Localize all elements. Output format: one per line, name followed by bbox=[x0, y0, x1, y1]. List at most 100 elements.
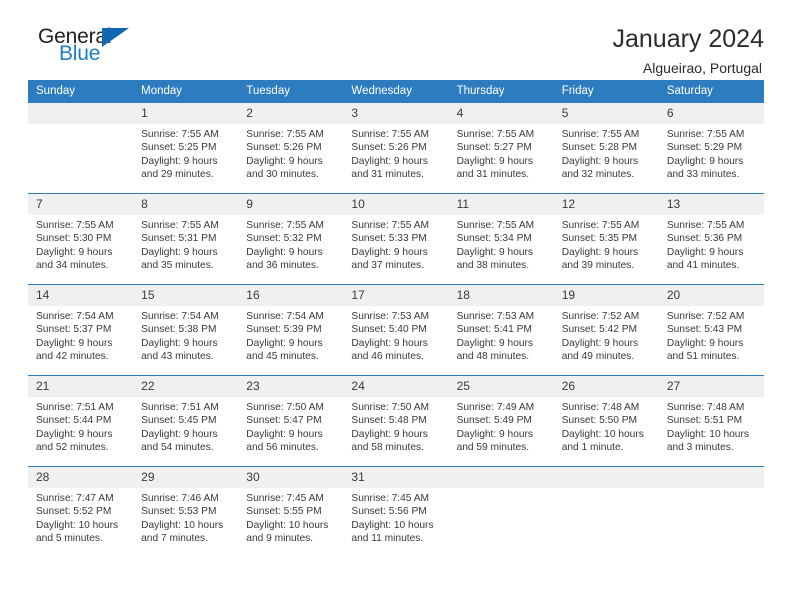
sunset-text: Sunset: 5:42 PM bbox=[561, 324, 638, 336]
day-details: Sunrise: 7:46 AM Sunset: 5:53 PM Daylight:… bbox=[133, 488, 238, 546]
sunrise-text: Sunrise: 7:45 AM bbox=[351, 493, 430, 504]
day-number: 9 bbox=[238, 194, 344, 215]
daylight-text-line1: Daylight: 9 hours bbox=[246, 337, 323, 349]
calendar-day-cell[interactable]: 27 Sunrise: 7:48 AM Sunset: 5:51 PM Dayligh… bbox=[658, 375, 764, 467]
calendar-day-cell[interactable]: 14 Sunrise: 7:54 AM Sunset: 5:37 PM Dayligh… bbox=[28, 284, 134, 376]
day-number: 30 bbox=[238, 467, 344, 488]
day-details: Sunrise: 7:55 AM Sunset: 5:27 PM Daylight:… bbox=[449, 124, 554, 182]
daylight-text-line2: and 45 minutes. bbox=[246, 351, 319, 363]
sunset-text: Sunset: 5:29 PM bbox=[666, 142, 743, 154]
calendar-day-cell[interactable]: 15 Sunrise: 7:54 AM Sunset: 5:38 PM Dayligh… bbox=[133, 284, 239, 376]
sunset-text: Sunset: 5:32 PM bbox=[246, 233, 322, 245]
calendar-day-cell[interactable]: 29 Sunrise: 7:46 AM Sunset: 5:53 PM Dayligh… bbox=[133, 466, 239, 557]
sunrise-text: Sunrise: 7:54 AM bbox=[36, 311, 114, 322]
daylight-text-line1: Daylight: 10 hours bbox=[36, 519, 119, 531]
day-details: Sunrise: 7:50 AM Sunset: 5:48 PM Daylight:… bbox=[343, 397, 448, 455]
calendar-day-cell[interactable]: 30 Sunrise: 7:45 AM Sunset: 5:55 PM Dayligh… bbox=[238, 466, 344, 557]
calendar-day-cell[interactable]: 24 Sunrise: 7:50 AM Sunset: 5:48 PM Dayligh… bbox=[343, 375, 449, 467]
sunset-text: Sunset: 5:55 PM bbox=[246, 506, 322, 518]
daylight-text-line2: and 39 minutes. bbox=[561, 260, 635, 272]
calendar-day-cell[interactable]: 6 Sunrise: 7:55 AM Sunset: 5:29 PM Daylight… bbox=[658, 102, 764, 194]
daylight-text-line1: Daylight: 9 hours bbox=[351, 246, 428, 258]
calendar-day-cell[interactable]: 9 Sunrise: 7:55 AM Sunset: 5:32 PM Daylight… bbox=[238, 193, 344, 285]
daylight-text-line1: Daylight: 9 hours bbox=[666, 337, 744, 349]
day-details: Sunrise: 7:55 AM Sunset: 5:25 PM Daylight:… bbox=[133, 124, 238, 182]
day-number: 15 bbox=[133, 285, 239, 306]
day-number: 5 bbox=[553, 103, 659, 124]
sunrise-text: Sunrise: 7:48 AM bbox=[561, 402, 640, 413]
day-details: Sunrise: 7:52 AM Sunset: 5:42 PM Daylight:… bbox=[554, 306, 659, 364]
day-number: 17 bbox=[343, 285, 449, 306]
calendar-day-cell[interactable]: 23 Sunrise: 7:50 AM Sunset: 5:47 PM Dayligh… bbox=[238, 375, 344, 467]
daylight-text-line1: Daylight: 10 hours bbox=[351, 519, 434, 531]
page-header: General Blue January 2024 Algueirao, Por… bbox=[28, 0, 764, 76]
weekday-header-friday: Friday bbox=[553, 80, 659, 103]
calendar-table: Sunday Monday Tuesday Wednesday Thursday… bbox=[28, 80, 764, 557]
sunset-text: Sunset: 5:37 PM bbox=[36, 324, 112, 336]
sunset-text: Sunset: 5:26 PM bbox=[246, 142, 322, 154]
day-details: Sunrise: 7:55 AM Sunset: 5:32 PM Daylight:… bbox=[238, 215, 343, 273]
calendar-day-cell[interactable]: 17 Sunrise: 7:53 AM Sunset: 5:40 PM Dayligh… bbox=[343, 284, 449, 376]
calendar-day-cell[interactable]: 10 Sunrise: 7:55 AM Sunset: 5:33 PM Dayligh… bbox=[343, 193, 449, 285]
calendar-page: General Blue January 2024 Algueirao, Por… bbox=[0, 0, 792, 612]
day-number: 14 bbox=[28, 285, 134, 306]
calendar-day-cell[interactable]: 28 Sunrise: 7:47 AM Sunset: 5:52 PM Dayligh… bbox=[28, 466, 134, 557]
sunset-text: Sunset: 5:53 PM bbox=[141, 506, 217, 518]
calendar-day-cell[interactable]: 1 Sunrise: 7:55 AM Sunset: 5:25 PM Daylight… bbox=[133, 102, 239, 194]
calendar-day-cell[interactable]: 3 Sunrise: 7:55 AM Sunset: 5:26 PM Daylight… bbox=[343, 102, 449, 194]
calendar-day-cell[interactable]: 20 Sunrise: 7:52 AM Sunset: 5:43 PM Dayligh… bbox=[658, 284, 764, 376]
daylight-text-line2: and 37 minutes. bbox=[351, 260, 424, 272]
daylight-text-line2: and 36 minutes. bbox=[246, 260, 319, 272]
sunset-text: Sunset: 5:50 PM bbox=[561, 415, 638, 427]
daylight-text-line1: Daylight: 9 hours bbox=[351, 337, 428, 349]
calendar-day-cell[interactable]: 5 Sunrise: 7:55 AM Sunset: 5:28 PM Daylight… bbox=[553, 102, 659, 194]
sunrise-text: Sunrise: 7:55 AM bbox=[351, 129, 430, 140]
calendar-day-cell[interactable]: 2 Sunrise: 7:55 AM Sunset: 5:26 PM Daylight… bbox=[238, 102, 344, 194]
daylight-text-line2: and 46 minutes. bbox=[351, 351, 424, 363]
day-number: 16 bbox=[238, 285, 344, 306]
daylight-text-line2: and 5 minutes. bbox=[36, 533, 103, 545]
sunrise-text: Sunrise: 7:55 AM bbox=[36, 220, 114, 231]
sunrise-text: Sunrise: 7:51 AM bbox=[141, 402, 219, 413]
calendar-day-cell[interactable]: 4 Sunrise: 7:55 AM Sunset: 5:27 PM Daylight… bbox=[448, 102, 554, 194]
calendar-day-cell[interactable]: 31 Sunrise: 7:45 AM Sunset: 5:56 PM Dayligh… bbox=[343, 466, 449, 557]
sunset-text: Sunset: 5:41 PM bbox=[456, 324, 532, 336]
day-number: 12 bbox=[553, 194, 659, 215]
calendar-empty-cell bbox=[553, 466, 659, 557]
sunrise-text: Sunrise: 7:50 AM bbox=[246, 402, 324, 413]
day-details: Sunrise: 7:54 AM Sunset: 5:39 PM Daylight:… bbox=[238, 306, 343, 364]
general-blue-logo[interactable]: General Blue bbox=[28, 24, 168, 76]
calendar-day-cell[interactable]: 13 Sunrise: 7:55 AM Sunset: 5:36 PM Dayligh… bbox=[658, 193, 764, 285]
calendar-header-row: Sunday Monday Tuesday Wednesday Thursday… bbox=[28, 80, 764, 103]
day-details: Sunrise: 7:55 AM Sunset: 5:33 PM Daylight:… bbox=[343, 215, 448, 273]
calendar-day-cell[interactable]: 25 Sunrise: 7:49 AM Sunset: 5:49 PM Dayligh… bbox=[448, 375, 554, 467]
sunrise-text: Sunrise: 7:52 AM bbox=[666, 311, 745, 322]
calendar-day-cell[interactable]: 26 Sunrise: 7:48 AM Sunset: 5:50 PM Dayligh… bbox=[553, 375, 659, 467]
daylight-text-line1: Daylight: 9 hours bbox=[351, 155, 428, 167]
day-number: 8 bbox=[133, 194, 239, 215]
calendar-day-cell[interactable]: 8 Sunrise: 7:55 AM Sunset: 5:31 PM Daylight… bbox=[133, 193, 239, 285]
calendar-day-cell[interactable]: 7 Sunrise: 7:55 AM Sunset: 5:30 PM Daylight… bbox=[28, 193, 134, 285]
sunrise-text: Sunrise: 7:54 AM bbox=[141, 311, 219, 322]
day-number bbox=[658, 467, 764, 488]
daylight-text-line2: and 51 minutes. bbox=[666, 351, 740, 363]
calendar-day-cell[interactable]: 12 Sunrise: 7:55 AM Sunset: 5:35 PM Dayligh… bbox=[553, 193, 659, 285]
sunset-text: Sunset: 5:43 PM bbox=[666, 324, 743, 336]
daylight-text-line1: Daylight: 10 hours bbox=[246, 519, 329, 531]
day-details: Sunrise: 7:55 AM Sunset: 5:35 PM Daylight:… bbox=[554, 215, 659, 273]
sunset-text: Sunset: 5:26 PM bbox=[351, 142, 427, 154]
daylight-text-line2: and 42 minutes. bbox=[36, 351, 109, 363]
calendar-day-cell[interactable]: 11 Sunrise: 7:55 AM Sunset: 5:34 PM Dayligh… bbox=[448, 193, 554, 285]
calendar-day-cell[interactable]: 19 Sunrise: 7:52 AM Sunset: 5:42 PM Dayligh… bbox=[553, 284, 659, 376]
day-details: Sunrise: 7:55 AM Sunset: 5:26 PM Daylight:… bbox=[343, 124, 448, 182]
daylight-text-line1: Daylight: 9 hours bbox=[246, 246, 323, 258]
daylight-text-line2: and 58 minutes. bbox=[351, 442, 424, 454]
calendar-empty-cell bbox=[658, 466, 764, 557]
calendar-day-cell[interactable]: 21 Sunrise: 7:51 AM Sunset: 5:44 PM Dayligh… bbox=[28, 375, 134, 467]
day-details: Sunrise: 7:53 AM Sunset: 5:40 PM Daylight:… bbox=[343, 306, 448, 364]
day-number: 10 bbox=[343, 194, 449, 215]
calendar-day-cell[interactable]: 16 Sunrise: 7:54 AM Sunset: 5:39 PM Dayligh… bbox=[238, 284, 344, 376]
calendar-day-cell[interactable]: 18 Sunrise: 7:53 AM Sunset: 5:41 PM Dayligh… bbox=[448, 284, 554, 376]
day-details: Sunrise: 7:52 AM Sunset: 5:43 PM Daylight:… bbox=[659, 306, 764, 364]
calendar-day-cell[interactable]: 22 Sunrise: 7:51 AM Sunset: 5:45 PM Dayligh… bbox=[133, 375, 239, 467]
